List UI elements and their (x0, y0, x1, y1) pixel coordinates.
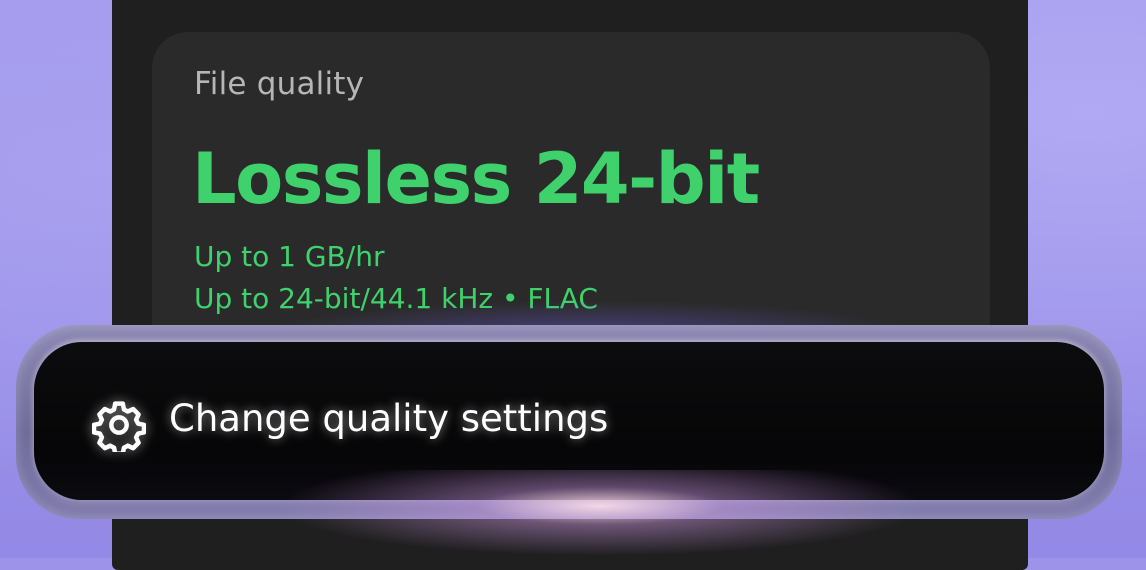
file-quality-label: File quality (194, 66, 365, 102)
change-quality-settings-label[interactable]: Change quality settings (169, 397, 608, 440)
quality-title: Lossless 24-bit (192, 138, 760, 220)
quality-detail-size: Up to 1 GB/hr (194, 240, 385, 273)
gear-icon (92, 401, 146, 452)
quality-detail-format: Up to 24-bit/44.1 kHz • FLAC (194, 282, 598, 315)
